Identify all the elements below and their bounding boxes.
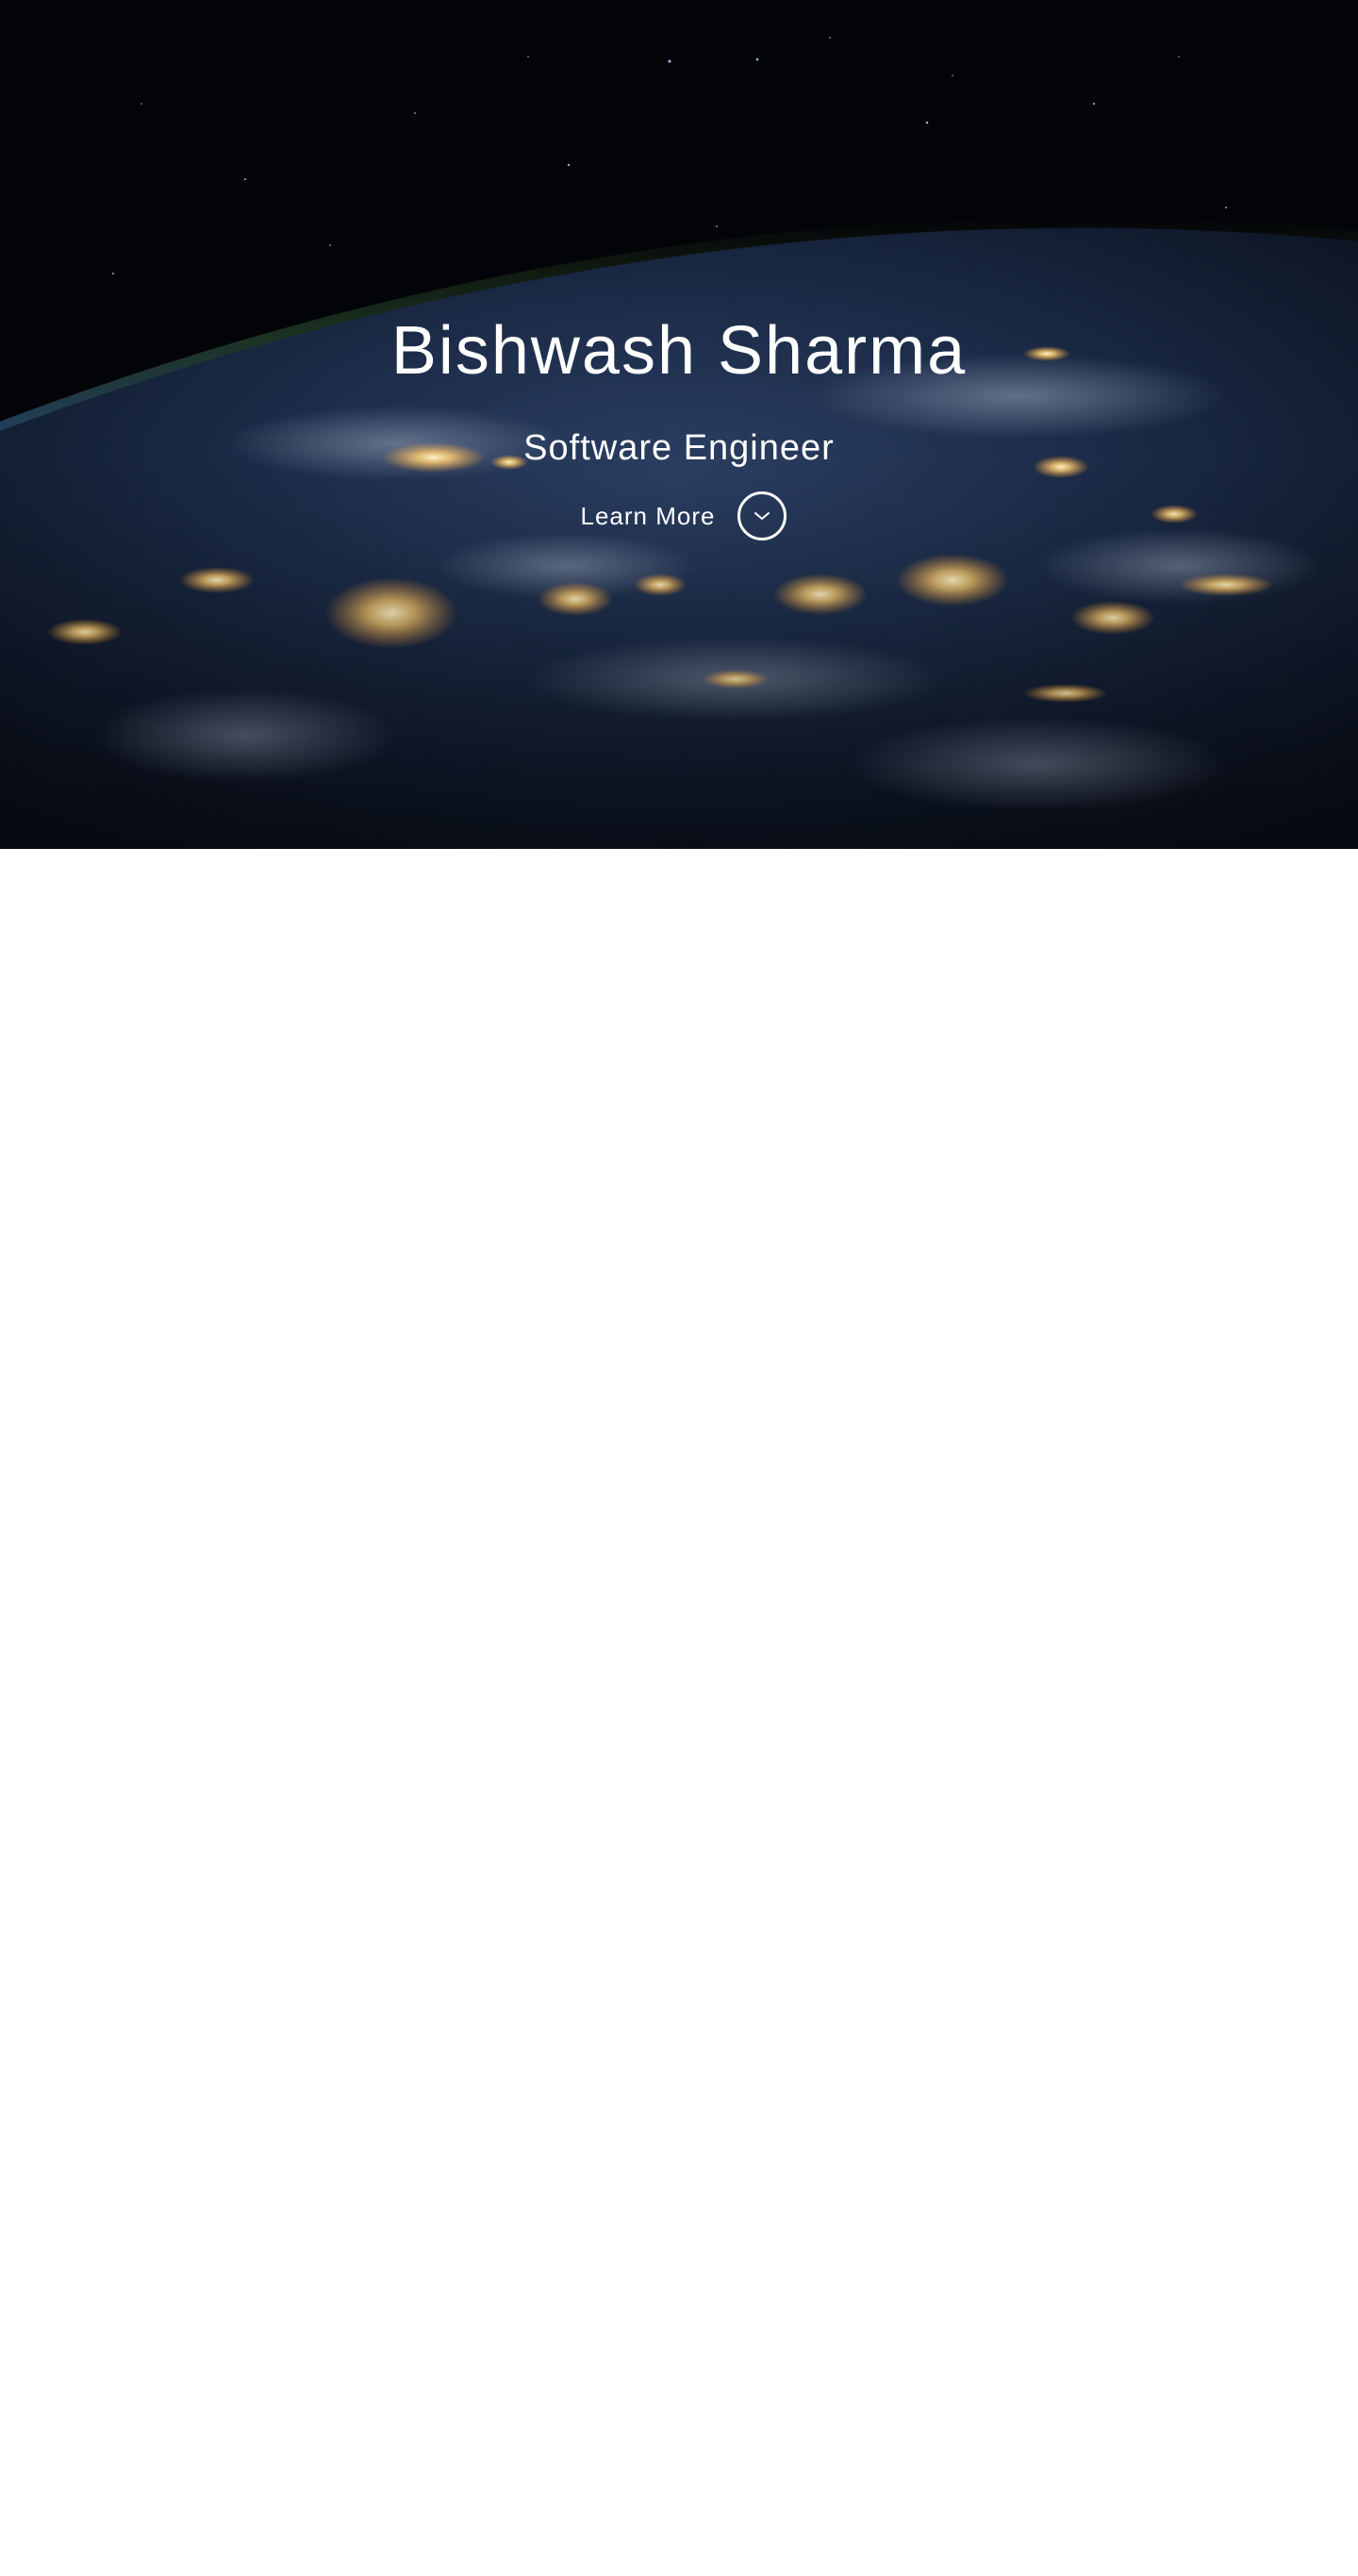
hero-subtitle: Software Engineer (523, 428, 835, 468)
hero-title: Bishwash Sharma (390, 313, 968, 389)
chevron-down-icon (754, 512, 770, 520)
main-content (0, 849, 1358, 2576)
learn-more-link[interactable]: Learn More (581, 502, 716, 531)
learn-more-button[interactable] (737, 491, 787, 540)
learn-more-row: Learn More (0, 489, 1358, 543)
hero-section: Bishwash Sharma Software Engineer Learn … (0, 0, 1358, 849)
hero-content: Bishwash Sharma Software Engineer Learn … (0, 0, 1358, 849)
